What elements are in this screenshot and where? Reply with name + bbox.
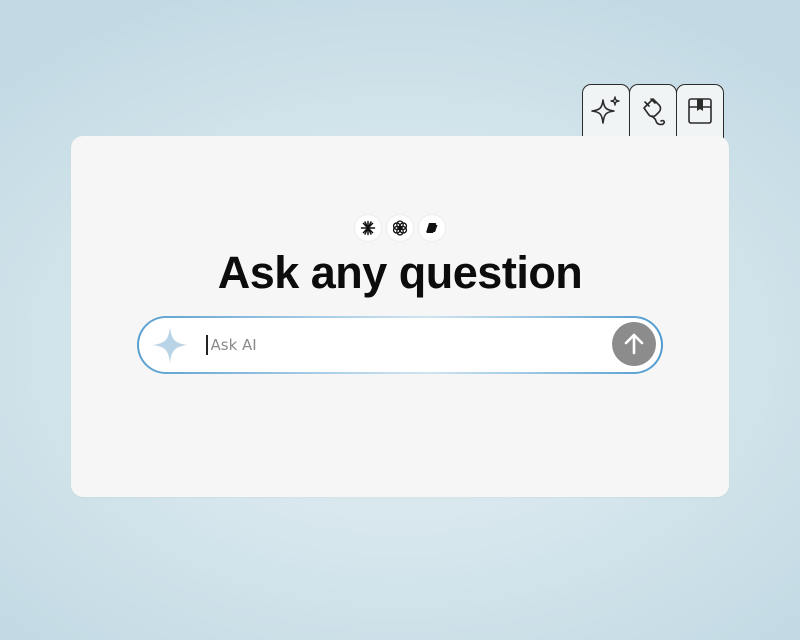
provider-openai [387,215,413,241]
openai-logo-icon [392,220,408,236]
plug-icon [643,98,666,126]
ask-ai-search-bar[interactable] [137,316,663,374]
page-title: Ask any question [217,247,583,298]
box-icon [688,98,712,124]
arrow-up-icon [624,333,644,355]
provider-logos [71,215,729,241]
copilot-logo-icon [426,223,438,233]
provider-copilot [419,215,445,241]
claude-logo-icon [360,220,376,236]
ask-ai-input[interactable] [207,330,591,360]
sparkle-icon [150,325,190,365]
sparkle-icon [591,96,620,124]
ask-card: Ask any question [71,136,729,497]
provider-claude [355,215,381,241]
send-button[interactable] [612,322,656,366]
